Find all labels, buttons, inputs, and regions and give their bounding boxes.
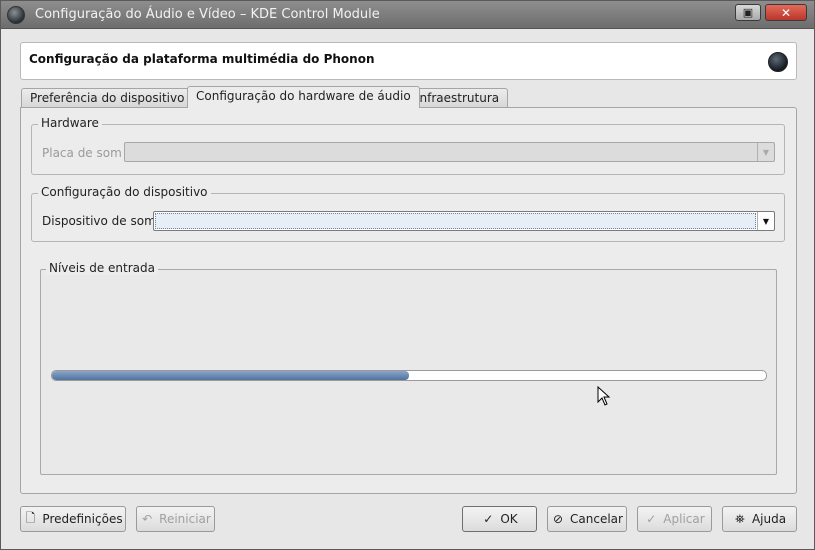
close-button[interactable]: ✕ [765,4,807,21]
cancel-icon: ⊘ [552,512,564,526]
module-header: Configuração da plataforma multimédia do… [20,42,797,80]
maximize-button[interactable]: ▣ [735,4,761,21]
defaults-icon: 🗋 [25,510,36,525]
ok-label: OK [500,512,518,526]
app-icon[interactable] [7,6,25,24]
kde-control-module-window: Configuração do Áudio e Vídeo – KDE Cont… [0,0,815,550]
help-button[interactable]: ⛯ Ajuda [722,506,797,532]
tab-label: Configuração do hardware de áudio [196,89,411,103]
apply-label: Aplicar [663,512,705,526]
sound-card-label: Placa de som [42,146,122,160]
input-level-fill [52,371,409,380]
ok-button[interactable]: ✓ OK [462,506,537,532]
tab-backend[interactable]: Infraestrutura [407,88,509,108]
defaults-label: Predefinições [42,512,123,526]
input-level-meter [51,370,767,381]
input-levels-group: Níveis de entrada [40,261,777,475]
chevron-down-icon: ▼ [757,143,774,161]
sound-card-combo[interactable]: ▼ [124,142,775,162]
tab-label: Infraestrutura [416,91,500,105]
phonon-icon [768,52,788,72]
apply-button[interactable]: ✓ Aplicar [637,506,712,532]
tab-device-preference[interactable]: Preferência do dispositivo [21,88,194,108]
tab-label: Preferência do dispositivo [30,91,185,105]
sound-device-value [155,213,756,229]
mouse-cursor-icon [597,386,611,406]
hardware-group-title: Hardware [38,116,102,130]
sound-device-combo[interactable]: ▼ [153,211,775,231]
device-config-group-title: Configuração do dispositivo [38,185,211,199]
check-icon: ✓ [646,512,657,526]
reset-button[interactable]: ↶ Reiniciar [136,506,215,532]
module-title: Configuração da plataforma multimédia do… [29,52,375,66]
defaults-button[interactable]: 🗋 Predefinições [20,506,126,532]
maximize-icon: ▣ [742,6,754,19]
close-icon: ✕ [780,5,792,20]
chevron-down-icon: ▼ [757,212,774,230]
title-bar[interactable]: Configuração do Áudio e Vídeo – KDE Cont… [1,1,814,29]
sound-device-label: Dispositivo de som [42,214,156,228]
check-icon: ✓ [483,512,494,526]
help-icon: ⛯ [735,511,745,526]
cancel-label: Cancelar [570,512,623,526]
tab-audio-hardware-setup[interactable]: Configuração do hardware de áudio [187,86,420,108]
window-title: Configuração do Áudio e Vídeo – KDE Cont… [35,7,380,22]
reset-label: Reiniciar [159,512,211,526]
undo-icon: ↶ [142,512,153,526]
help-label: Ajuda [751,512,787,526]
input-levels-title: Níveis de entrada [46,261,158,275]
cancel-button[interactable]: ⊘ Cancelar [547,506,627,532]
